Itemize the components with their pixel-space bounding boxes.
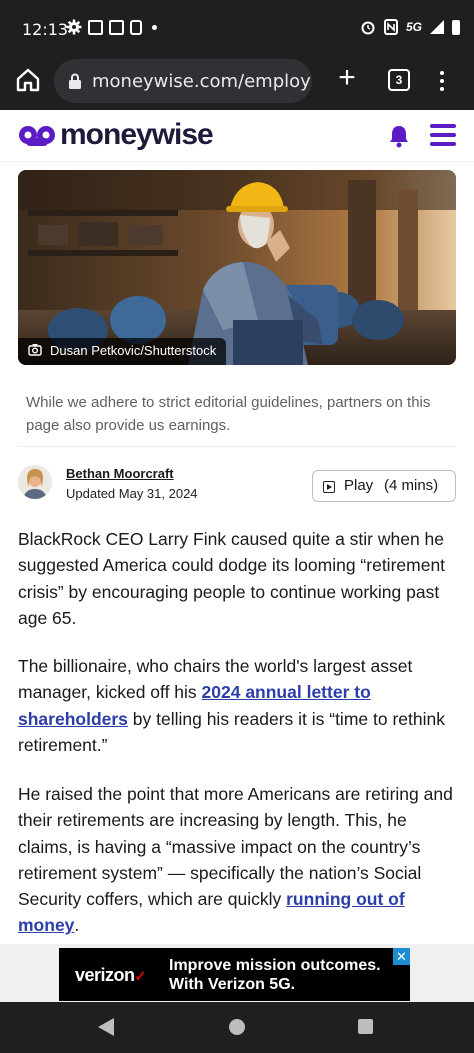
play-icon — [323, 481, 335, 493]
overflow-menu-icon[interactable] — [436, 68, 448, 94]
network-label: 5G — [405, 20, 422, 34]
ad-close-icon[interactable]: ✕ — [393, 948, 410, 965]
verizon-ad[interactable]: verizon✓ Improve mission outcomes. With … — [59, 948, 410, 1001]
signal-icon — [430, 20, 444, 34]
settings-icon — [66, 19, 82, 35]
photo-credit-text: Dusan Petkovic/Shutterstock — [50, 343, 217, 358]
new-tab-button[interactable]: + — [334, 63, 360, 93]
site-logo[interactable]: moneywise — [18, 118, 214, 151]
lock-icon — [69, 73, 81, 89]
system-navigation-bar — [0, 1002, 474, 1053]
ad-headline-1: Improve mission outcomes. — [169, 957, 381, 974]
tab-switcher-button[interactable]: 3 — [388, 69, 410, 91]
logo-text: moneywise — [60, 118, 214, 151]
status-bar: 12:13 5G — [0, 0, 474, 56]
gallery-icon — [88, 19, 103, 35]
article-paragraph-2: The billionaire, who chairs the world's … — [18, 653, 464, 758]
gallery-icon — [109, 19, 124, 35]
article-paragraph-3: He raised the point that more Americans … — [18, 781, 464, 939]
paragraph-text: . — [74, 915, 80, 936]
more-notifications-icon — [152, 24, 157, 30]
worker-photo — [18, 170, 456, 365]
hamburger-menu-icon[interactable] — [430, 124, 456, 146]
ad-headline-2: With Verizon 5G. — [169, 976, 296, 993]
play-duration: (4 mins) — [384, 477, 439, 494]
updated-date: Updated May 31, 2024 — [66, 486, 198, 501]
hero-image — [18, 170, 456, 365]
play-label: Play — [344, 477, 374, 494]
back-icon[interactable] — [98, 1018, 114, 1036]
site-header: moneywise — [0, 110, 474, 162]
url-field[interactable]: moneywise.com/employm — [54, 59, 312, 103]
status-time: 12:13 — [22, 20, 69, 39]
moneywise-logo-icon — [19, 126, 55, 146]
device-icon — [130, 19, 142, 35]
battery-icon — [452, 19, 460, 35]
recents-icon[interactable] — [358, 1019, 373, 1034]
camera-icon — [28, 344, 42, 356]
url-text: moneywise.com/employm — [92, 71, 312, 92]
photo-credit: Dusan Petkovic/Shutterstock — [18, 338, 227, 365]
bell-icon[interactable] — [388, 124, 410, 148]
ad-brand-text: verizon — [75, 965, 135, 985]
editorial-disclaimer: While we adhere to strict editorial guid… — [26, 394, 431, 434]
author-row: Bethan Moorcraft Updated May 31, 2024 Pl… — [18, 465, 456, 505]
nfc-icon — [383, 19, 398, 35]
article-paragraph-1: BlackRock CEO Larry Fink caused quite a … — [18, 529, 446, 628]
browser-toolbar: moneywise.com/employm + 3 — [0, 56, 474, 110]
play-audio-button[interactable]: Play (4 mins) — [312, 470, 456, 502]
author-name-link[interactable]: Bethan Moorcraft — [66, 466, 174, 481]
home-circle-icon[interactable] — [229, 1019, 245, 1035]
alarm-icon — [361, 21, 375, 35]
ad-container: verizon✓ Improve mission outcomes. With … — [0, 944, 474, 1002]
home-icon[interactable] — [14, 66, 42, 94]
ad-brand: verizon✓ — [75, 965, 146, 986]
ad-brand-mark: ✓ — [134, 968, 147, 984]
author-avatar[interactable] — [18, 465, 52, 499]
divider — [18, 446, 456, 447]
